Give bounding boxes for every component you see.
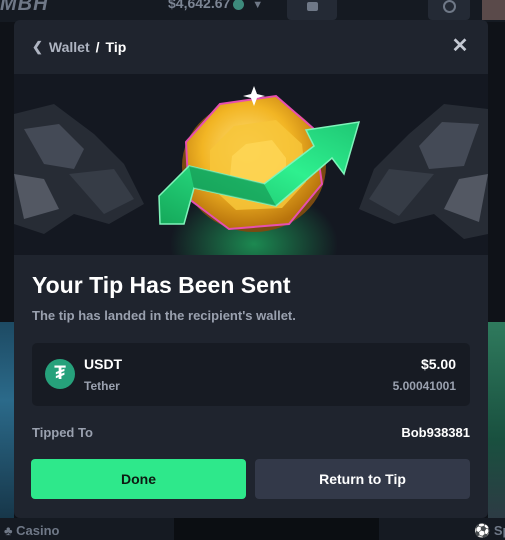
tether-icon: ₮ bbox=[45, 359, 75, 389]
nav-casino[interactable]: ♣ Casino bbox=[4, 523, 60, 538]
page-title: Your Tip Has Been Sent bbox=[32, 272, 291, 298]
hero-illustration bbox=[14, 74, 488, 255]
nav-sports-label: Sp bbox=[493, 523, 505, 538]
breadcrumb-wallet[interactable]: Wallet bbox=[49, 39, 90, 55]
token-usd-value: $5.00 bbox=[420, 356, 456, 372]
token-amount: 5.00041001 bbox=[392, 379, 456, 393]
balance-display[interactable]: $4,642.67 ▼ bbox=[168, 0, 263, 11]
avatar[interactable] bbox=[482, 0, 505, 20]
nav-casino-label: Casino bbox=[16, 523, 60, 538]
search-icon bbox=[443, 0, 456, 13]
left-robot-hand bbox=[14, 104, 144, 234]
breadcrumb-separator: / bbox=[95, 39, 100, 55]
done-button[interactable]: Done bbox=[31, 459, 246, 499]
chevron-left-icon[interactable]: ❮ bbox=[32, 39, 43, 55]
modal-header: ❮ Wallet / Tip ✕ bbox=[14, 20, 488, 74]
site-logo: MBH bbox=[0, 0, 49, 15]
close-icon[interactable]: ✕ bbox=[450, 36, 470, 56]
background-game-tile-right bbox=[488, 322, 505, 518]
token-symbol: USDT bbox=[84, 356, 123, 372]
bottom-nav-active bbox=[174, 518, 379, 540]
wallet-icon bbox=[307, 2, 318, 11]
tip-sent-modal: ❮ Wallet / Tip ✕ Your Tip Has Been Sent … bbox=[14, 20, 488, 518]
top-bar: MBH $4,642.67 ▼ bbox=[0, 0, 505, 22]
return-to-tip-button[interactable]: Return to Tip bbox=[255, 459, 470, 499]
breadcrumb-tip: Tip bbox=[105, 39, 127, 55]
coin-with-green-arrow-illustration bbox=[14, 86, 488, 239]
wallet-button[interactable] bbox=[287, 0, 337, 20]
chevron-down-icon: ▼ bbox=[252, 0, 264, 11]
background-game-tile-left bbox=[0, 322, 14, 518]
bottom-nav: ♣ Casino ⚽ Sp bbox=[0, 518, 505, 540]
tipped-to-value: Bob938381 bbox=[401, 425, 470, 440]
page-subtitle: The tip has landed in the recipient's wa… bbox=[32, 308, 296, 323]
balance-value: $4,642.67 bbox=[168, 0, 231, 11]
token-name: Tether bbox=[84, 379, 120, 393]
tipped-to-label: Tipped To bbox=[32, 425, 93, 440]
nav-sports[interactable]: ⚽ Sp bbox=[474, 523, 505, 539]
tether-icon bbox=[233, 0, 245, 10]
token-summary-card: ₮ USDT Tether $5.00 5.00041001 bbox=[32, 343, 470, 406]
right-robot-hand bbox=[359, 104, 488, 239]
breadcrumb: ❮ Wallet / Tip bbox=[32, 39, 126, 55]
search-button[interactable] bbox=[428, 0, 470, 20]
